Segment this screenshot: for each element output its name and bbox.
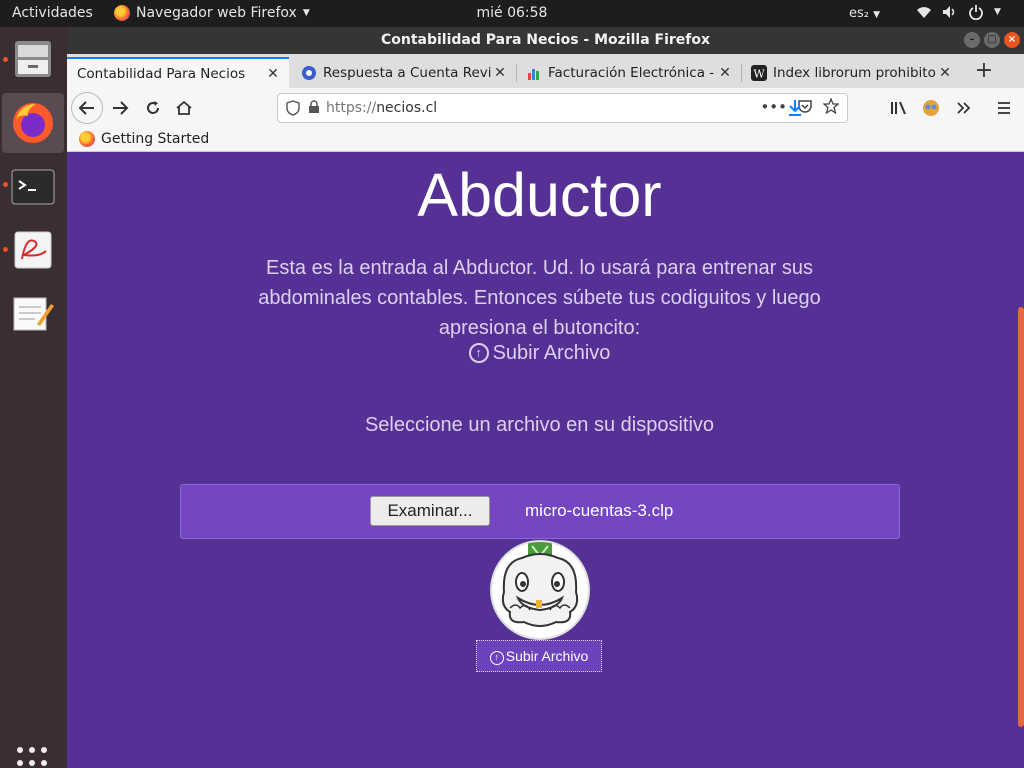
close-tab-icon[interactable]: ✕ bbox=[265, 66, 281, 82]
wifi-icon bbox=[917, 7, 931, 18]
maximize-button[interactable]: □ bbox=[984, 32, 1000, 48]
bookmark-label: Getting Started bbox=[101, 131, 210, 147]
selected-file-name: micro-cuentas-3.clp bbox=[525, 501, 674, 520]
arrow-right-icon bbox=[113, 101, 129, 115]
tab-title: Facturación Electrónica - bbox=[548, 64, 715, 81]
scrollbar-thumb[interactable] bbox=[1018, 307, 1024, 727]
power-icon bbox=[969, 5, 983, 20]
dock-item-text-editor[interactable] bbox=[2, 284, 64, 344]
navigation-toolbar: https://necios.cl ••• bbox=[67, 88, 1024, 128]
system-tray[interactable]: ▼ bbox=[916, 4, 1001, 20]
hamburger-icon bbox=[998, 102, 1010, 114]
chevron-down-icon: ▼ bbox=[994, 7, 1001, 17]
arrow-left-icon bbox=[78, 101, 94, 115]
tab-title: Contabilidad Para Necios bbox=[77, 65, 246, 82]
firefox-icon bbox=[114, 5, 130, 21]
minimize-button[interactable]: – bbox=[964, 32, 980, 48]
intro-text: Esta es la entrada al Abductor. Ud. lo u… bbox=[258, 257, 821, 339]
activities-button[interactable]: Actividades bbox=[12, 5, 93, 21]
upload-circle-icon: ↑ bbox=[489, 651, 504, 665]
mascot-icon bbox=[501, 542, 579, 627]
double-chevron-right-icon bbox=[957, 102, 971, 114]
app-menu-label: Navegador web Firefox bbox=[136, 5, 297, 21]
svg-text:W: W bbox=[753, 67, 765, 80]
downloads-button[interactable] bbox=[781, 94, 809, 122]
text-editor-icon bbox=[13, 297, 54, 331]
firefox-window: Contabilidad Para Necios - Mozilla Firef… bbox=[67, 27, 1024, 768]
clock[interactable]: mié 06:58 bbox=[477, 5, 548, 21]
back-button[interactable] bbox=[71, 92, 103, 124]
upload-circle-icon: ↑ bbox=[468, 343, 489, 363]
new-tab-button[interactable]: + bbox=[972, 57, 996, 85]
page-scrollbar[interactable] bbox=[1018, 152, 1024, 768]
reload-button[interactable] bbox=[139, 94, 167, 122]
tab-facturacion[interactable]: Facturación Electrónica - ✕ bbox=[516, 57, 741, 88]
language-label: es₂ bbox=[849, 6, 869, 21]
dock-item-files[interactable] bbox=[2, 29, 64, 89]
globe-favicon-icon bbox=[302, 65, 316, 80]
file-input-row: Examinar... micro-cuentas-3.clp bbox=[180, 484, 900, 539]
account-button[interactable] bbox=[917, 94, 945, 122]
download-arrow-icon bbox=[789, 100, 801, 116]
url-bar[interactable]: https://necios.cl ••• bbox=[277, 93, 848, 123]
overflow-menu-button[interactable] bbox=[950, 94, 978, 122]
reload-icon bbox=[147, 101, 159, 114]
shield-icon[interactable] bbox=[286, 100, 300, 116]
forward-button[interactable] bbox=[106, 94, 134, 122]
hamburger-menu-button[interactable] bbox=[990, 94, 1018, 122]
volume-icon bbox=[943, 6, 955, 18]
library-button[interactable] bbox=[885, 94, 913, 122]
terminal-icon bbox=[11, 169, 55, 205]
language-indicator[interactable]: es₂ ▼ bbox=[849, 6, 880, 21]
firefox-icon bbox=[79, 131, 95, 147]
bookmark-getting-started[interactable]: Getting Started bbox=[79, 131, 209, 147]
file-cabinet-icon bbox=[15, 41, 51, 77]
pdf-viewer-icon bbox=[14, 231, 52, 269]
close-tab-icon[interactable]: ✕ bbox=[717, 65, 733, 81]
tab-bar: Contabilidad Para Necios ✕ Respuesta a C… bbox=[67, 54, 1024, 88]
gnome-top-bar: Actividades Navegador web Firefox ▼ mié … bbox=[0, 0, 1024, 27]
window-title: Contabilidad Para Necios - Mozilla Firef… bbox=[380, 32, 711, 48]
home-icon bbox=[176, 100, 192, 115]
home-button[interactable] bbox=[170, 94, 198, 122]
close-tab-icon[interactable]: ✕ bbox=[937, 65, 953, 81]
bookmarks-toolbar: Getting Started bbox=[67, 128, 1024, 152]
dock-item-terminal[interactable] bbox=[2, 157, 64, 217]
upload-link[interactable]: ↑ Subir Archivo bbox=[67, 342, 1012, 365]
upload-link-label: Subir Archivo bbox=[492, 342, 611, 364]
tab-index-librorum[interactable]: W Index librorum prohibito ✕ bbox=[741, 57, 961, 88]
select-file-message: Seleccione un archivo en su dispositivo bbox=[364, 414, 715, 436]
chevron-down-icon: ▼ bbox=[302, 8, 310, 18]
dock-item-firefox[interactable] bbox=[2, 93, 64, 153]
submit-upload-label: Subir Archivo bbox=[505, 648, 589, 664]
tab-contabilidad[interactable]: Contabilidad Para Necios ✕ bbox=[67, 57, 289, 88]
lock-icon[interactable] bbox=[308, 100, 320, 114]
submit-upload-button[interactable]: ↑ Subir Archivo bbox=[476, 640, 602, 672]
show-applications-icon[interactable] bbox=[17, 747, 49, 768]
url-text: https://necios.cl bbox=[326, 100, 438, 116]
page-title: Abductor bbox=[417, 161, 662, 229]
close-tab-icon[interactable]: ✕ bbox=[492, 65, 508, 81]
ubuntu-dock bbox=[0, 27, 67, 768]
page-content: Abductor Esta es la entrada al Abductor.… bbox=[67, 152, 1024, 768]
browse-button[interactable]: Examinar... bbox=[370, 496, 490, 526]
mascot-image bbox=[490, 540, 590, 640]
avatar-icon bbox=[923, 100, 939, 116]
window-titlebar[interactable]: Contabilidad Para Necios - Mozilla Firef… bbox=[67, 27, 1024, 54]
dock-item-document-viewer[interactable] bbox=[2, 220, 64, 280]
tab-title: Respuesta a Cuenta Revi bbox=[323, 64, 492, 81]
tab-respuesta[interactable]: Respuesta a Cuenta Revi ✕ bbox=[291, 57, 516, 88]
app-menu[interactable]: Navegador web Firefox ▼ bbox=[114, 5, 310, 21]
tab-title: Index librorum prohibito bbox=[773, 64, 936, 81]
chart-favicon-icon bbox=[528, 68, 539, 80]
chevron-down-icon: ▼ bbox=[873, 10, 881, 20]
close-window-button[interactable]: × bbox=[1004, 32, 1020, 48]
firefox-icon bbox=[13, 103, 53, 143]
bookmark-star-icon[interactable] bbox=[823, 98, 839, 114]
library-icon bbox=[891, 101, 906, 115]
wikipedia-favicon-icon: W bbox=[751, 64, 767, 81]
